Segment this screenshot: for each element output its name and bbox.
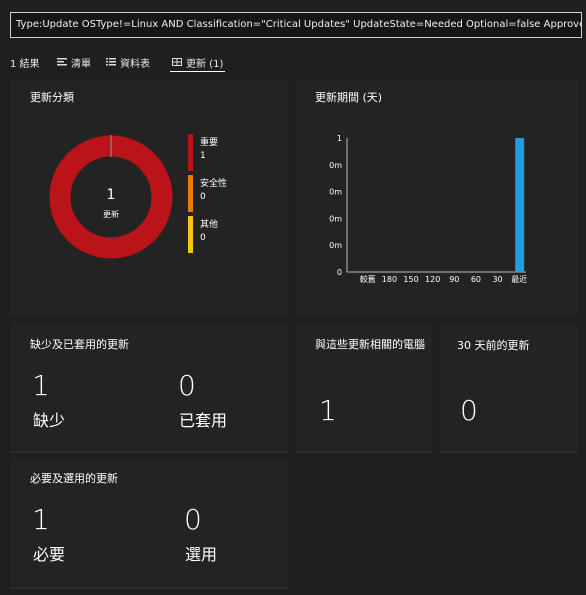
- tab-list[interactable]: 清單: [57, 53, 91, 71]
- tab-table[interactable]: 資料表: [106, 53, 150, 71]
- legend-label-other[interactable]: 其他: [200, 217, 218, 230]
- tab-label: 更新 (1): [186, 58, 224, 70]
- tile-title: 更新期間 (天): [315, 91, 383, 104]
- tab-label: 清單: [71, 58, 91, 70]
- table-icon: [106, 58, 116, 66]
- x-tick-label: 60: [471, 275, 481, 284]
- x-tick-label: 90: [449, 275, 459, 284]
- legend-label-security[interactable]: 安全性: [200, 176, 227, 189]
- tab-updates[interactable]: 更新 (1): [170, 53, 226, 72]
- y-tick-label: 0: [337, 268, 342, 277]
- legend-swatch-other: [188, 216, 193, 253]
- tile-divider: [440, 451, 578, 453]
- x-tick-label: 180: [382, 275, 397, 284]
- optional-label: 選用: [185, 545, 218, 564]
- y-tick-label: 0m: [329, 241, 342, 250]
- y-tick-label: 0m: [329, 161, 342, 170]
- tile-title: 必要及選用的更新: [30, 472, 118, 485]
- search-query-input[interactable]: Type:Update OSType!=Linux AND Classifica…: [10, 12, 582, 38]
- update-period-bar-chart[interactable]: 1 0m 0m 0m 0m 0 較舊 180 150 120 90 60 30 最近: [300, 128, 570, 290]
- applied-count[interactable]: 0: [178, 369, 196, 402]
- tile-divider: [10, 451, 288, 453]
- list-icon: [57, 58, 67, 66]
- x-tick-label: 150: [403, 275, 418, 284]
- tab-label: 1 結果: [10, 58, 40, 70]
- required-count[interactable]: 1: [32, 503, 50, 536]
- missing-count[interactable]: 1: [32, 369, 50, 402]
- tile-divider: [296, 451, 432, 453]
- legend-value-other: 0: [200, 233, 206, 243]
- legend-value-critical: 1: [200, 151, 206, 161]
- computers-count[interactable]: 1: [319, 394, 337, 427]
- x-tick-label: 最近: [511, 274, 527, 284]
- y-tick-label: 0m: [329, 214, 342, 223]
- tab-results-count[interactable]: 1 結果: [10, 53, 40, 71]
- applied-label: 已套用: [179, 411, 228, 430]
- tab-label: 資料表: [120, 58, 150, 70]
- tile-title: 30 天前的更新: [457, 339, 530, 352]
- older-updates-count[interactable]: 0: [460, 394, 478, 427]
- tile-title: 缺少及已套用的更新: [30, 338, 129, 351]
- donut-center-value: 1: [106, 187, 116, 203]
- y-tick-label: 1: [337, 134, 342, 143]
- x-tick-label: 30: [492, 275, 502, 284]
- y-tick-label: 0m: [329, 188, 342, 197]
- tile-divider: [10, 587, 288, 589]
- legend-label-critical[interactable]: 重要: [200, 135, 218, 148]
- optional-count[interactable]: 0: [184, 503, 202, 536]
- required-label: 必要: [33, 545, 66, 564]
- view-tabs: 1 結果 清單 資料表 更新 (1): [0, 50, 586, 72]
- missing-label: 缺少: [33, 411, 66, 430]
- donut-center-label: 更新: [103, 210, 119, 219]
- tile-title: 更新分類: [30, 91, 74, 104]
- legend-swatch-critical: [188, 134, 193, 171]
- bar-7[interactable]: [515, 138, 525, 272]
- x-tick-label: 較舊: [360, 274, 376, 284]
- tile-title: 與這些更新相關的電腦: [315, 338, 425, 351]
- legend-swatch-security: [188, 175, 193, 212]
- updates-icon: [172, 58, 182, 66]
- x-tick-label: 120: [425, 275, 440, 284]
- legend-value-security: 0: [200, 192, 206, 202]
